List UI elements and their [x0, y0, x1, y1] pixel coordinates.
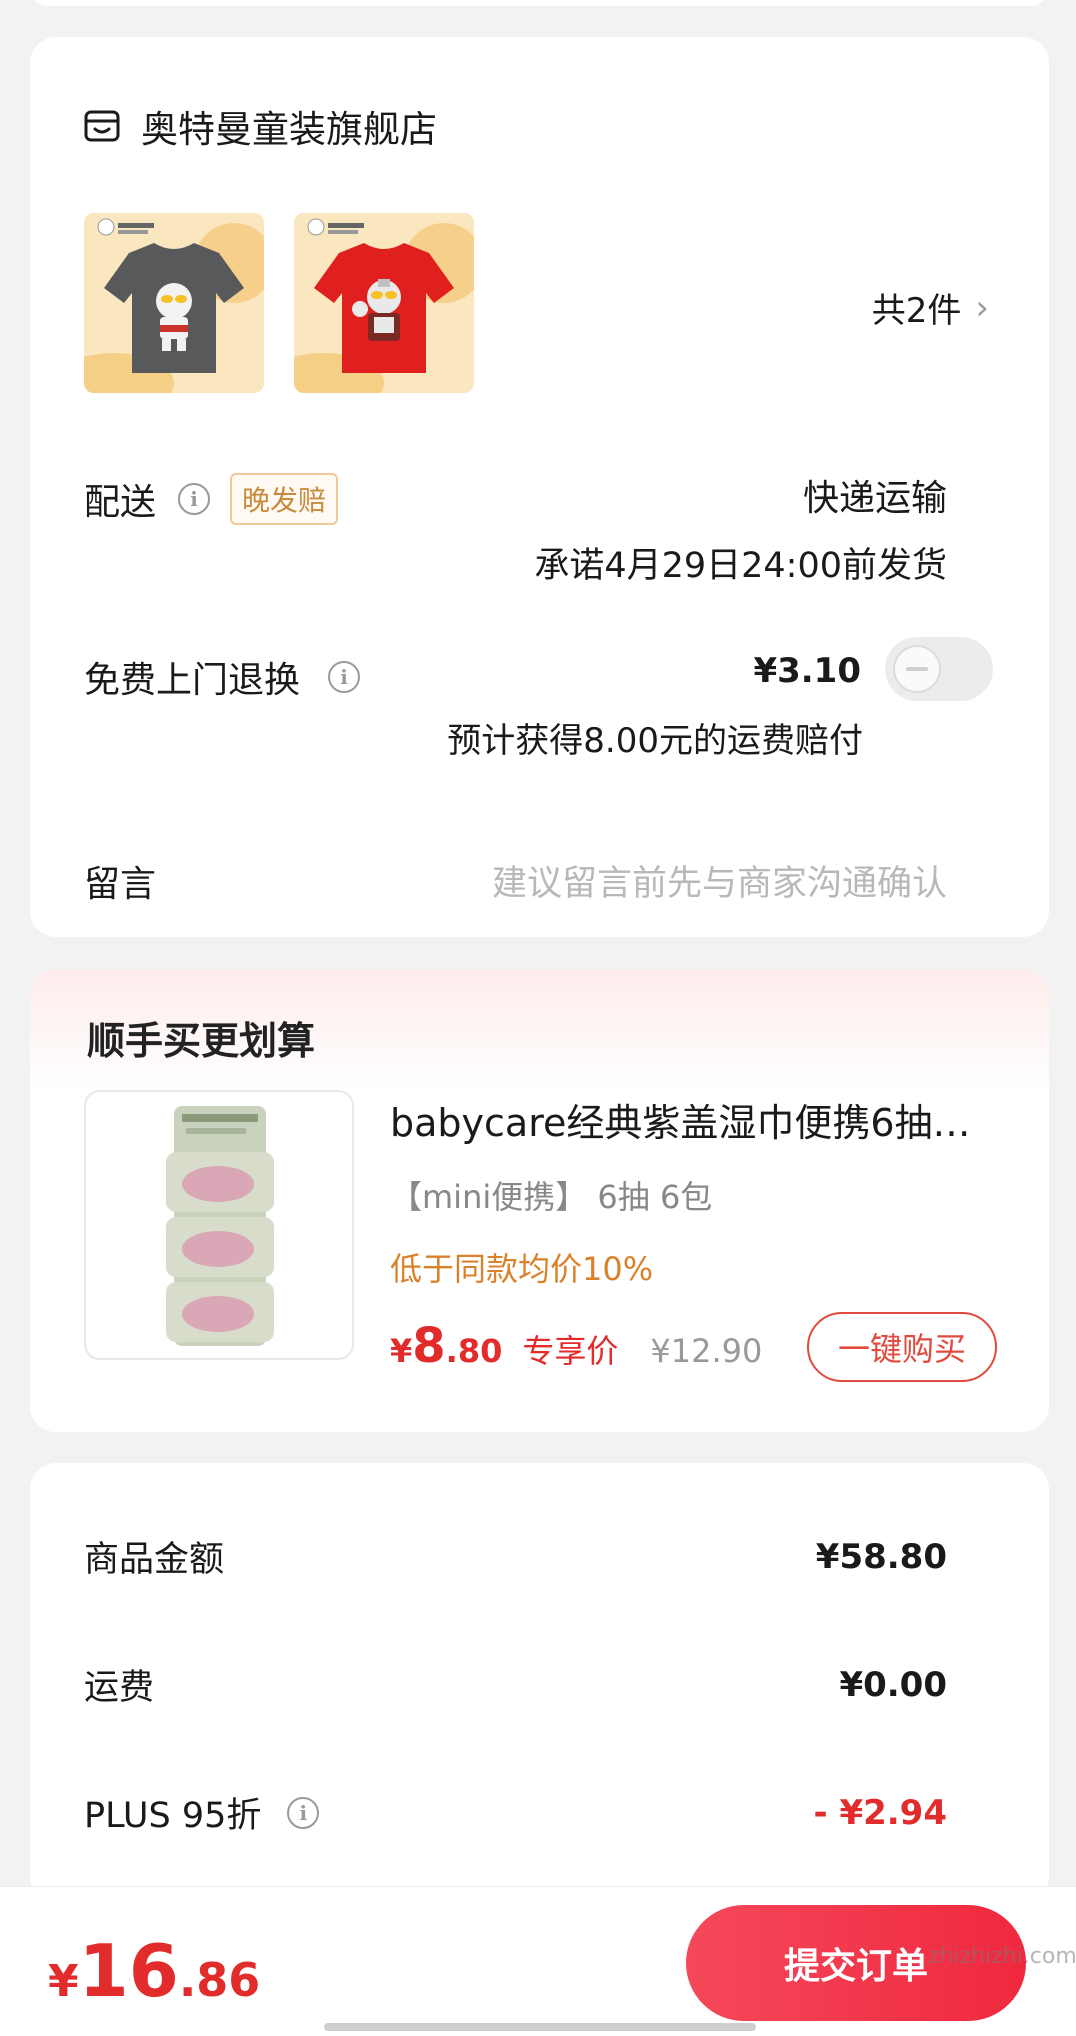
- summary-label: PLUS 95折: [84, 1796, 262, 1836]
- summary-value: ¥58.80: [815, 1536, 947, 1577]
- product-thumbnail-gray-tshirt[interactable]: [84, 213, 264, 393]
- summary-value: - ¥2.94: [813, 1792, 948, 1833]
- home-indicator[interactable]: [324, 2023, 756, 2031]
- summary-row-goods-amount: 商品金额 ¥58.80: [84, 1531, 947, 1582]
- total-decimal: .86: [178, 1953, 261, 2007]
- one-click-buy-button[interactable]: 一键购买: [807, 1312, 997, 1382]
- delivery-info[interactable]: 快递运输 承诺4月29日24:00前发货: [534, 469, 947, 588]
- checkout-bottom-bar: ¥16.86 提交订单: [0, 1886, 1076, 2036]
- watermark: zhizhizhi.com: [928, 1944, 1076, 1969]
- summary-row-plus-discount: PLUS 95折 i - ¥2.94: [84, 1787, 947, 1838]
- upsell-price-row: ¥8.80 专享价 ¥12.90: [390, 1318, 762, 1374]
- upsell-product-image[interactable]: [84, 1090, 354, 1360]
- price-currency: ¥: [390, 1332, 413, 1370]
- total-integer: 16: [78, 1929, 179, 2013]
- delivery-label: 配送: [84, 482, 157, 523]
- return-service-price: ¥3.10: [753, 651, 861, 691]
- shop-header[interactable]: 奥特曼童装旗舰店: [83, 99, 437, 153]
- return-service-row-label: 免费上门退换 i: [84, 651, 361, 703]
- upsell-product-name[interactable]: babycare经典紫盖湿巾便携6抽6包: [390, 1092, 990, 1147]
- chevron-right-icon: ›: [975, 287, 989, 328]
- item-count-text: 共2件: [871, 291, 962, 331]
- info-icon[interactable]: i: [328, 661, 361, 693]
- delivery-promise: 承诺4月29日24:00前发货: [534, 546, 947, 586]
- shop-order-card: 奥特曼童装旗舰店 共2件 › 配送 i 晚发赔 快递运输 承诺4月29日24:0…: [30, 37, 1049, 937]
- late-shipping-badge: 晚发赔: [230, 473, 339, 525]
- previous-card-edge: [30, 0, 1049, 6]
- upsell-price-tag: 低于同款均价10%: [390, 1250, 654, 1288]
- upsell-card: 顺手买更划算 babycare经典紫盖湿巾便携6抽6包 【mini便携】 6抽 …: [30, 970, 1049, 1432]
- item-count-link[interactable]: 共2件 ›: [872, 283, 989, 332]
- delivery-row-label: 配送 i 晚发赔: [84, 473, 339, 525]
- total-currency: ¥: [48, 1956, 79, 2007]
- return-service-toggle[interactable]: [885, 637, 993, 701]
- red-tshirt-icon: [294, 213, 474, 393]
- order-summary-card: 商品金额 ¥58.80 运费 ¥0.00 PLUS 95折 i - ¥2.94: [30, 1463, 1049, 1903]
- price-decimal: .80: [445, 1332, 503, 1370]
- delivery-method: 快递运输: [802, 478, 947, 519]
- exclusive-price-label: 专享价: [522, 1332, 619, 1370]
- price-integer: 8: [412, 1318, 446, 1374]
- original-price: ¥12.90: [650, 1332, 763, 1370]
- toggle-knob: [893, 645, 941, 693]
- wet-wipes-pack-icon: [86, 1092, 352, 1358]
- product-thumbnail-red-tshirt[interactable]: [294, 213, 474, 393]
- return-service-label: 免费上门退换: [84, 660, 301, 701]
- shipping-compensation-note: 预计获得8.00元的运费赔付: [447, 721, 863, 761]
- summary-label: 运费: [84, 1668, 155, 1708]
- store-icon: [83, 107, 121, 145]
- upsell-price: ¥8.80: [390, 1318, 502, 1374]
- summary-row-shipping: 运费 ¥0.00: [84, 1659, 947, 1710]
- summary-value: ¥0.00: [839, 1664, 947, 1705]
- shop-name: 奥特曼童装旗舰店: [141, 108, 437, 151]
- upsell-title: 顺手买更划算: [87, 1019, 316, 1063]
- summary-label: 商品金额: [84, 1540, 225, 1580]
- upsell-product-spec: 【mini便携】 6抽 6包: [390, 1178, 713, 1216]
- message-input[interactable]: 建议留言前先与商家沟通确认: [492, 855, 947, 906]
- info-icon[interactable]: i: [178, 483, 211, 515]
- order-total: ¥16.86: [48, 1929, 260, 2013]
- info-icon[interactable]: i: [287, 1796, 320, 1829]
- summary-label-with-info: PLUS 95折 i: [84, 1787, 320, 1838]
- gray-tshirt-icon: [84, 213, 264, 393]
- message-label: 留言: [84, 864, 157, 905]
